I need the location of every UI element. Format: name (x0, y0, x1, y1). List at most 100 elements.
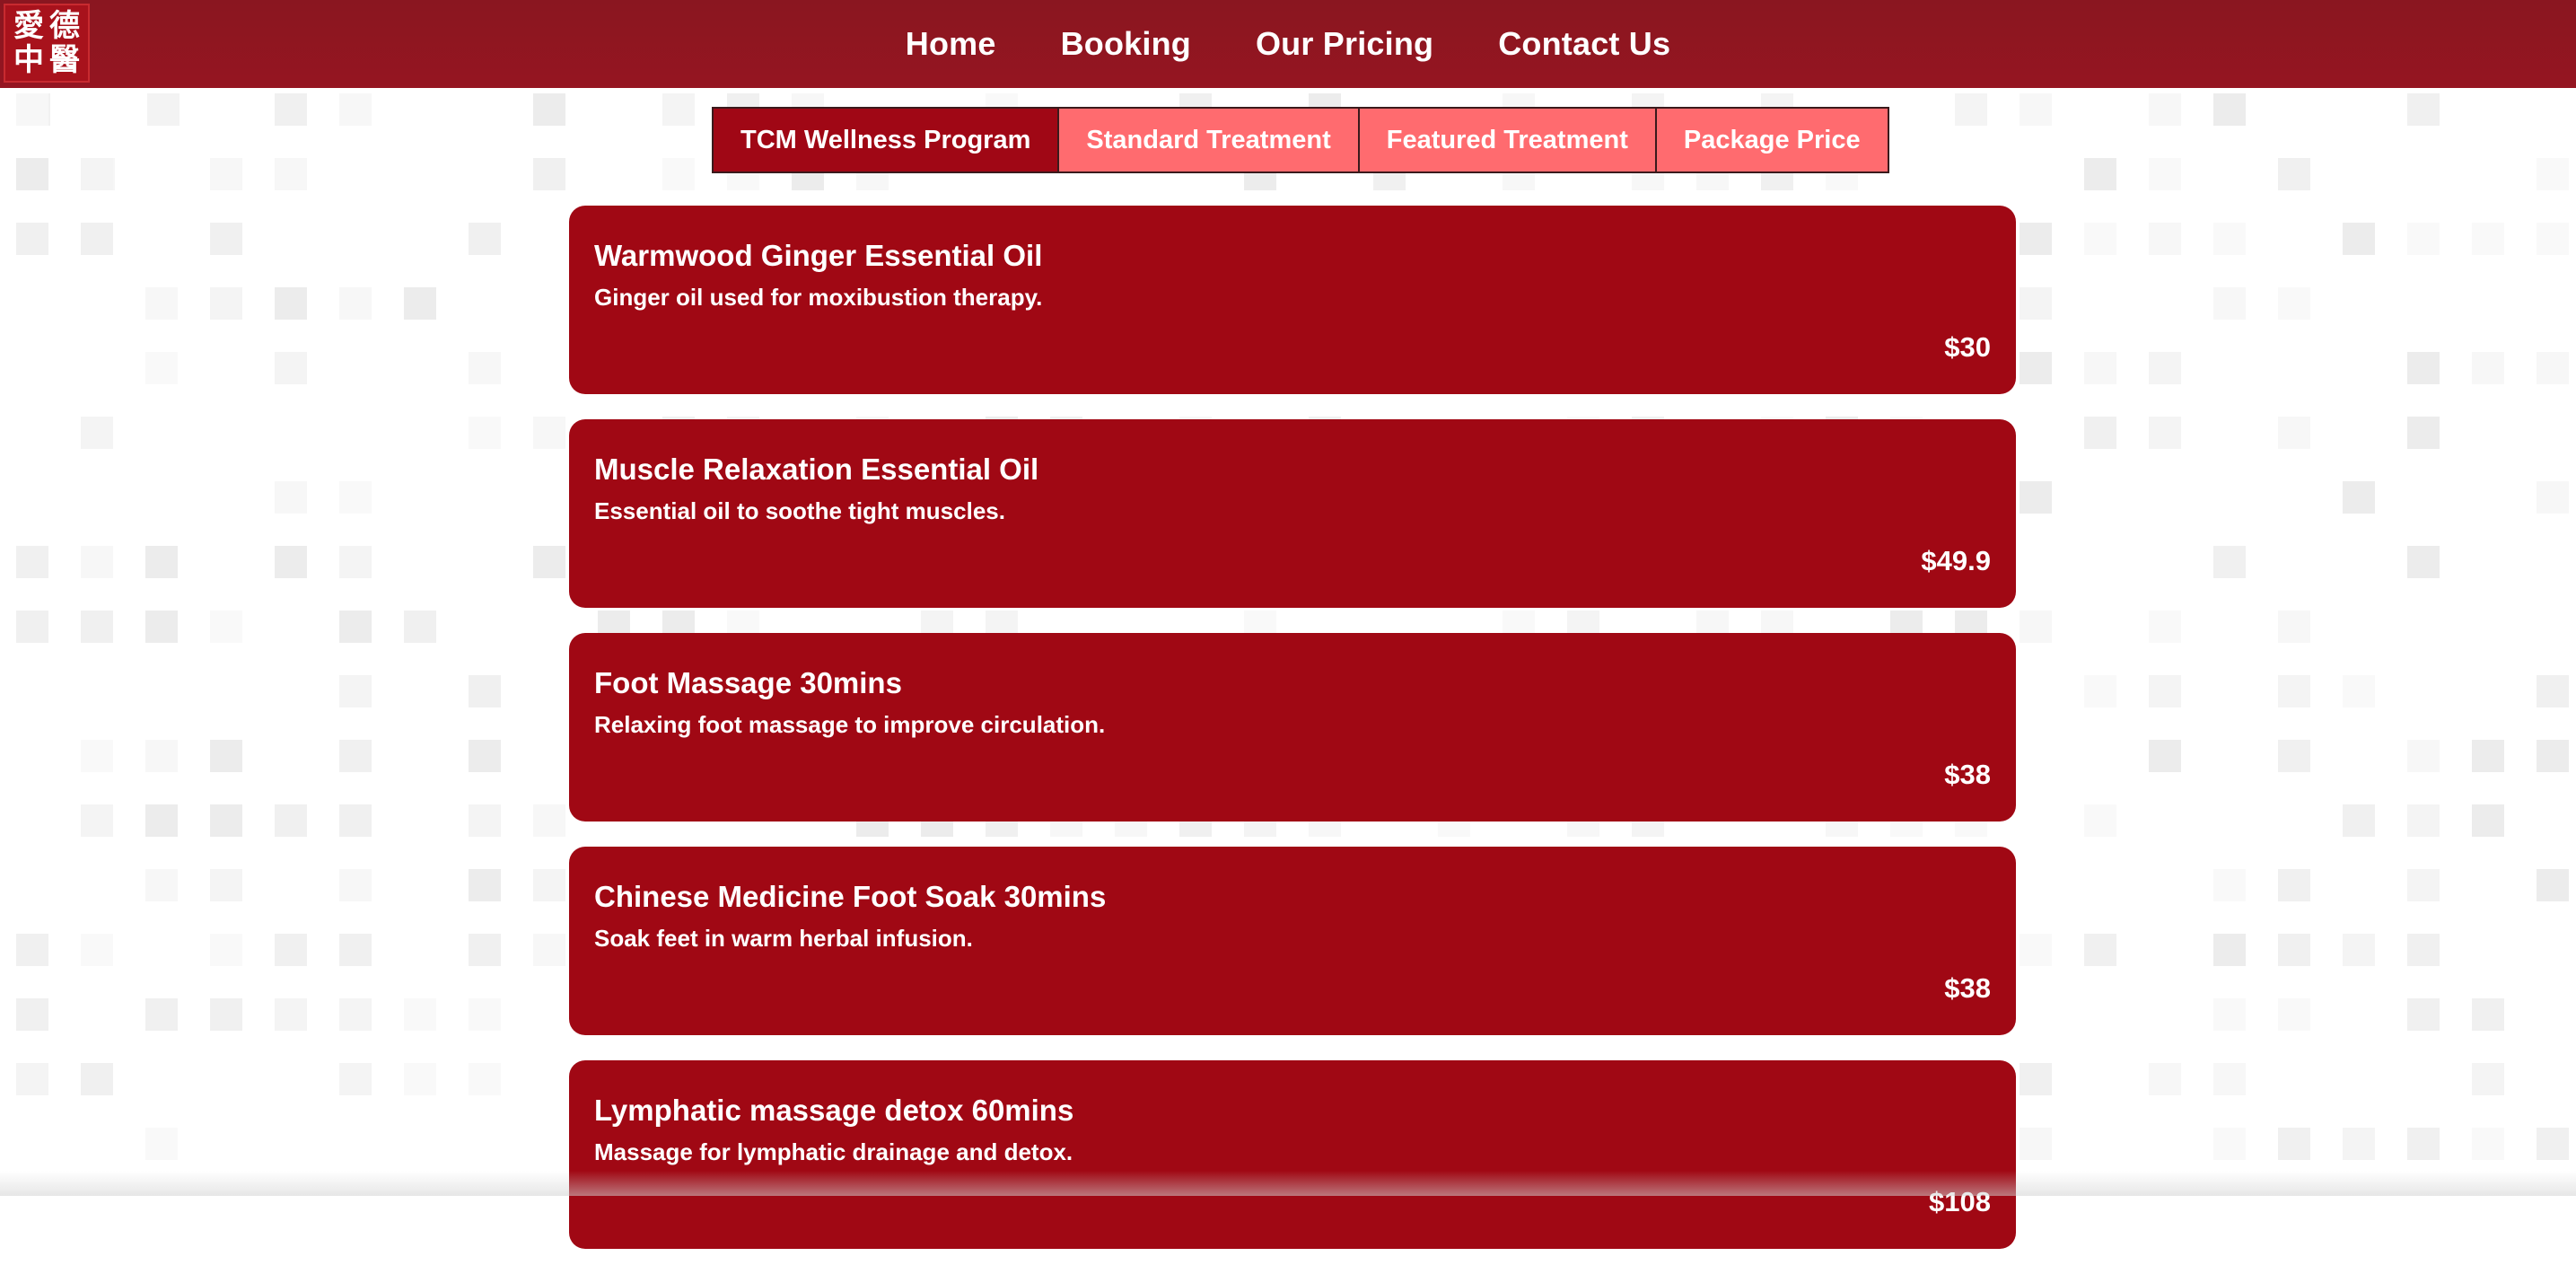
background-tile (2537, 481, 2569, 514)
background-tile (2084, 223, 2116, 255)
background-tile (145, 611, 178, 643)
item-price: $108 (1929, 1186, 1991, 1217)
item-price: $49.9 (1921, 545, 1991, 576)
nav-contact-us[interactable]: Contact Us (1498, 25, 1670, 63)
pricing-list: Warmwood Ginger Essential Oil Ginger oil… (569, 206, 2016, 1274)
background-tile (16, 998, 48, 1031)
background-tile (339, 1063, 372, 1095)
background-tile (2278, 1128, 2310, 1160)
background-tile (2149, 417, 2181, 449)
background-tile (2278, 417, 2310, 449)
background-tile (469, 869, 501, 901)
background-tile (2407, 869, 2440, 901)
background-tile (2149, 158, 2181, 190)
price-card[interactable]: Chinese Medicine Foot Soak 30mins Soak f… (569, 847, 2016, 1035)
background-tile (275, 158, 307, 190)
background-tile (2537, 352, 2569, 384)
item-price: $30 (1944, 331, 1991, 363)
background-tile (2278, 869, 2310, 901)
background-tile (2407, 1128, 2440, 1160)
background-tile (2020, 1063, 2052, 1095)
background-tile (2278, 611, 2310, 643)
background-tile (145, 352, 178, 384)
background-tile (210, 998, 242, 1031)
background-tile (339, 804, 372, 837)
background-tile (210, 934, 242, 966)
background-tile (2407, 998, 2440, 1031)
background-tile (2084, 352, 2116, 384)
background-tile (2213, 1128, 2246, 1160)
item-title: Foot Massage 30mins (594, 666, 902, 699)
background-tile (275, 481, 307, 514)
background-tile (2213, 287, 2246, 320)
item-title: Lymphatic massage detox 60mins (594, 1094, 1074, 1127)
item-description: Ginger oil used for moxibustion therapy. (594, 284, 1043, 311)
background-tile (533, 934, 565, 966)
tab-standard-treatment[interactable]: Standard Treatment (1057, 107, 1360, 173)
background-tile (2407, 223, 2440, 255)
background-tile (81, 158, 113, 190)
background-tile (339, 481, 372, 514)
background-tile (210, 223, 242, 255)
background-tile (2020, 611, 2052, 643)
background-tile (2020, 481, 2052, 514)
background-tile (2149, 223, 2181, 255)
pricing-tabs: TCM Wellness Program Standard Treatment … (712, 107, 1889, 173)
tab-package-price[interactable]: Package Price (1654, 107, 1889, 173)
background-tile (81, 740, 113, 772)
item-price: $38 (1944, 972, 1991, 1004)
background-tile (2149, 611, 2181, 643)
background-tile (2278, 998, 2310, 1031)
background-tile (2213, 546, 2246, 578)
background-tile (2472, 804, 2504, 837)
background-tile (2407, 934, 2440, 966)
background-tile (2343, 1128, 2375, 1160)
background-tile (145, 998, 178, 1031)
nav-our-pricing[interactable]: Our Pricing (1256, 25, 1433, 63)
background-tile (145, 804, 178, 837)
background-tile (533, 417, 565, 449)
background-tile (145, 546, 178, 578)
item-description: Massage for lymphatic drainage and detox… (594, 1138, 1073, 1165)
background-tile (16, 934, 48, 966)
background-tile (2537, 223, 2569, 255)
background-tile (404, 611, 436, 643)
background-tile (275, 934, 307, 966)
tab-tcm-wellness-program[interactable]: TCM Wellness Program (712, 107, 1060, 173)
background-tile (2278, 675, 2310, 707)
background-tile (16, 611, 48, 643)
background-tile (469, 998, 501, 1031)
background-tile (145, 1128, 178, 1160)
background-tile (145, 287, 178, 320)
background-tile (339, 93, 372, 126)
background-tile (2084, 675, 2116, 707)
tab-featured-treatment[interactable]: Featured Treatment (1357, 107, 1657, 173)
background-tile (2537, 158, 2569, 190)
background-tile (469, 934, 501, 966)
background-tile (2149, 1063, 2181, 1095)
price-card[interactable]: Muscle Relaxation Essential Oil Essentia… (569, 419, 2016, 608)
background-tile (2213, 998, 2246, 1031)
price-card[interactable]: Lymphatic massage detox 60mins Massage f… (569, 1060, 2016, 1249)
background-tile (2407, 804, 2440, 837)
background-tile (2472, 740, 2504, 772)
background-tile (339, 287, 372, 320)
background-tile (81, 417, 113, 449)
price-card[interactable]: Warmwood Ginger Essential Oil Ginger oil… (569, 206, 2016, 394)
nav-booking[interactable]: Booking (1061, 25, 1191, 63)
background-tile (339, 869, 372, 901)
price-card[interactable]: Foot Massage 30mins Relaxing foot massag… (569, 633, 2016, 822)
background-tile (2084, 804, 2116, 837)
background-tile (469, 417, 501, 449)
background-tile (2472, 1063, 2504, 1095)
background-tile (662, 158, 695, 190)
background-tile (2278, 934, 2310, 966)
background-tile (2084, 417, 2116, 449)
background-tile (2472, 1128, 2504, 1160)
main-nav: Home Booking Our Pricing Contact Us (0, 0, 2576, 88)
background-tile (533, 546, 565, 578)
item-title: Muscle Relaxation Essential Oil (594, 452, 1039, 486)
background-tile (2213, 223, 2246, 255)
nav-home[interactable]: Home (906, 25, 996, 63)
background-tile (2278, 740, 2310, 772)
